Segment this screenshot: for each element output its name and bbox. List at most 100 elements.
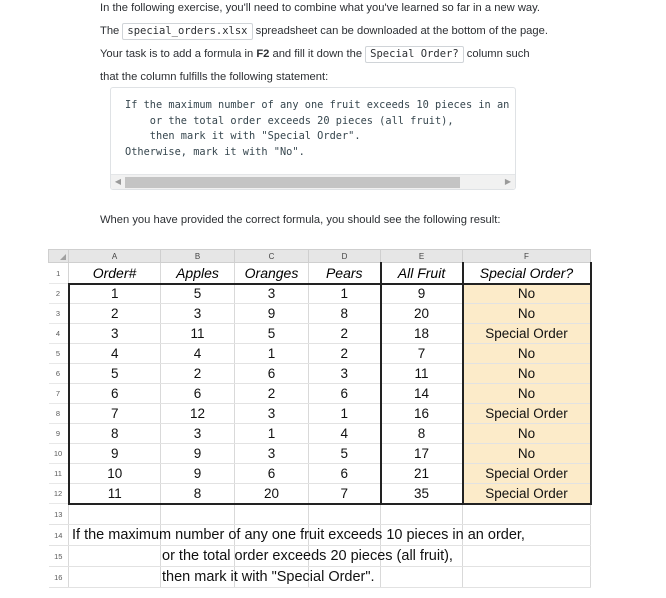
- cell-d3[interactable]: 8: [308, 303, 381, 324]
- cell-c11[interactable]: 6: [234, 463, 309, 484]
- header-cell-order-number[interactable]: Order#: [68, 262, 161, 285]
- row-header-13[interactable]: 13: [48, 503, 69, 525]
- cell-e13[interactable]: [380, 503, 463, 525]
- cell-f5[interactable]: No: [461, 343, 592, 364]
- cell-e9[interactable]: 8: [379, 423, 463, 444]
- cell-f6[interactable]: No: [461, 363, 592, 384]
- cell-c2[interactable]: 3: [234, 283, 309, 304]
- row-header-3[interactable]: 3: [48, 303, 69, 324]
- cell-f13[interactable]: [462, 503, 591, 525]
- cell-f9[interactable]: No: [461, 423, 592, 444]
- header-cell-oranges[interactable]: Oranges: [234, 262, 309, 285]
- cell-c3[interactable]: 9: [234, 303, 309, 324]
- cell-a6[interactable]: 5: [67, 363, 161, 384]
- cell-b2[interactable]: 5: [160, 283, 235, 304]
- cell-d6[interactable]: 3: [308, 363, 381, 384]
- cell-b12[interactable]: 8: [160, 483, 235, 505]
- cell-a15[interactable]: or the total order exceeds 20 pieces (al…: [68, 545, 453, 567]
- cell-d11[interactable]: 6: [308, 463, 381, 484]
- cell-a13[interactable]: [68, 503, 161, 525]
- cell-e12[interactable]: 35: [379, 483, 463, 505]
- scroll-right-arrow-icon[interactable]: ▶: [501, 178, 515, 186]
- cell-d5[interactable]: 2: [308, 343, 381, 364]
- cell-c7[interactable]: 2: [234, 383, 309, 404]
- cell-a2[interactable]: 1: [67, 283, 161, 304]
- cell-f8[interactable]: Special Order: [461, 403, 592, 424]
- cell-b9[interactable]: 3: [160, 423, 235, 444]
- cell-a9[interactable]: 8: [67, 423, 161, 444]
- cell-b11[interactable]: 9: [160, 463, 235, 484]
- cell-d10[interactable]: 5: [308, 443, 381, 464]
- column-header-f[interactable]: F: [462, 249, 591, 263]
- cell-e11[interactable]: 21: [379, 463, 463, 484]
- cell-c13[interactable]: [234, 503, 309, 525]
- cell-e6[interactable]: 11: [379, 363, 463, 384]
- cell-e5[interactable]: 7: [379, 343, 463, 364]
- row-header-12[interactable]: 12: [48, 483, 69, 504]
- row-header-4[interactable]: 4: [48, 323, 69, 344]
- row-header-7[interactable]: 7: [48, 383, 69, 404]
- header-cell-special-order[interactable]: Special Order?: [461, 262, 592, 285]
- cell-e7[interactable]: 14: [379, 383, 463, 404]
- scroll-left-arrow-icon[interactable]: ◀: [111, 178, 125, 186]
- cell-a11[interactable]: 10: [67, 463, 161, 484]
- row-header-1[interactable]: 1: [48, 262, 69, 284]
- row-header-14[interactable]: 14: [48, 524, 69, 546]
- cell-c5[interactable]: 1: [234, 343, 309, 364]
- cell-f4[interactable]: Special Order: [461, 323, 592, 344]
- cell-e16[interactable]: [380, 566, 463, 588]
- row-header-6[interactable]: 6: [48, 363, 69, 384]
- cell-e8[interactable]: 16: [379, 403, 463, 424]
- cell-a5[interactable]: 4: [67, 343, 161, 364]
- cell-d8[interactable]: 1: [308, 403, 381, 424]
- row-header-11[interactable]: 11: [48, 463, 69, 484]
- cell-c4[interactable]: 5: [234, 323, 309, 344]
- row-header-15[interactable]: 15: [48, 545, 69, 567]
- cell-d13[interactable]: [308, 503, 381, 525]
- cell-e3[interactable]: 20: [379, 303, 463, 324]
- cell-c9[interactable]: 1: [234, 423, 309, 444]
- row-header-8[interactable]: 8: [48, 403, 69, 424]
- row-header-5[interactable]: 5: [48, 343, 69, 364]
- row-header-2[interactable]: 2: [48, 283, 69, 304]
- cell-d7[interactable]: 6: [308, 383, 381, 404]
- cell-b8[interactable]: 12: [160, 403, 235, 424]
- cell-d2[interactable]: 1: [308, 283, 381, 304]
- cell-a7[interactable]: 6: [67, 383, 161, 404]
- cell-c6[interactable]: 6: [234, 363, 309, 384]
- row-header-9[interactable]: 9: [48, 423, 69, 444]
- cell-f3[interactable]: No: [461, 303, 592, 324]
- cell-a16[interactable]: then mark it with "Special Order".: [68, 566, 375, 588]
- column-header-e[interactable]: E: [380, 249, 463, 263]
- cell-a10[interactable]: 9: [67, 443, 161, 464]
- cell-f7[interactable]: No: [461, 383, 592, 404]
- cell-a4[interactable]: 3: [67, 323, 161, 344]
- cell-e4[interactable]: 18: [379, 323, 463, 344]
- column-header-d[interactable]: D: [308, 249, 381, 263]
- cell-e2[interactable]: 9: [379, 283, 463, 304]
- cell-b7[interactable]: 6: [160, 383, 235, 404]
- scrollbar-track[interactable]: [125, 176, 501, 189]
- column-header-b[interactable]: B: [160, 249, 235, 263]
- cell-b4[interactable]: 11: [160, 323, 235, 344]
- cell-e10[interactable]: 17: [379, 443, 463, 464]
- cell-f15[interactable]: [462, 545, 591, 567]
- cell-d9[interactable]: 4: [308, 423, 381, 444]
- cell-f2[interactable]: No: [461, 283, 592, 304]
- cell-c8[interactable]: 3: [234, 403, 309, 424]
- cell-a12[interactable]: 11: [67, 483, 161, 505]
- cell-f12[interactable]: Special Order: [461, 483, 592, 505]
- cell-b5[interactable]: 4: [160, 343, 235, 364]
- column-header-a[interactable]: A: [68, 249, 161, 263]
- cell-a8[interactable]: 7: [67, 403, 161, 424]
- cell-b3[interactable]: 3: [160, 303, 235, 324]
- cell-d4[interactable]: 2: [308, 323, 381, 344]
- column-header-c[interactable]: C: [234, 249, 309, 263]
- row-header-10[interactable]: 10: [48, 443, 69, 464]
- cell-b10[interactable]: 9: [160, 443, 235, 464]
- cell-b6[interactable]: 2: [160, 363, 235, 384]
- cell-a14[interactable]: If the maximum number of any one fruit e…: [68, 524, 525, 546]
- cell-a3[interactable]: 2: [67, 303, 161, 324]
- scrollbar-thumb[interactable]: [125, 176, 460, 188]
- header-cell-all-fruit[interactable]: All Fruit: [379, 262, 463, 285]
